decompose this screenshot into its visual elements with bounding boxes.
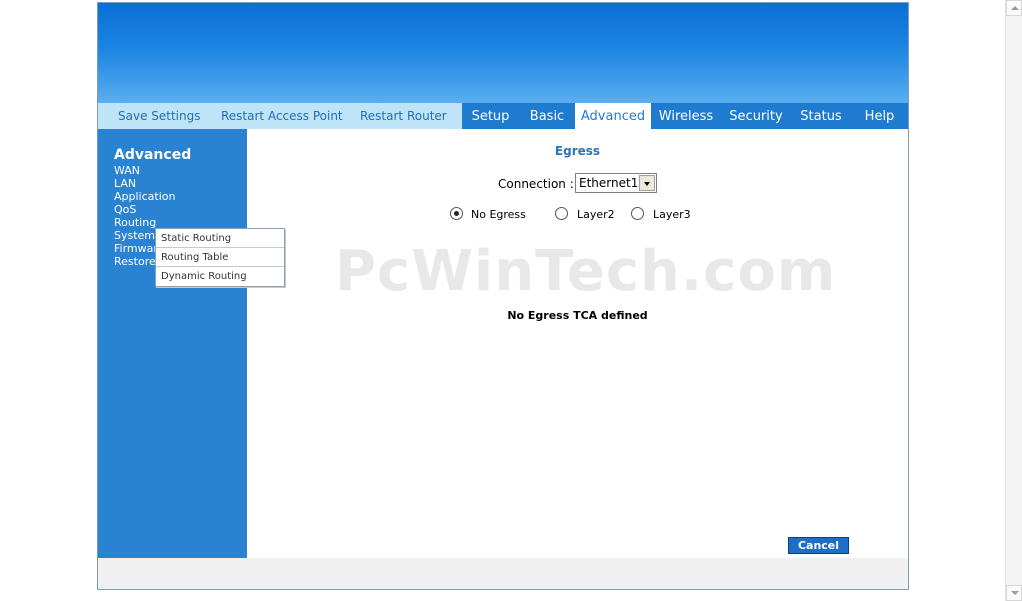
- sidebar-item-qos[interactable]: QoS: [114, 203, 136, 216]
- tab-setup[interactable]: Setup: [462, 103, 519, 129]
- scroll-down-arrow-icon[interactable]: [1006, 585, 1022, 601]
- page-title: Egress: [554, 144, 601, 158]
- tab-status[interactable]: Status: [791, 103, 851, 129]
- radio-layer2[interactable]: [555, 207, 568, 220]
- radio-label-layer2: Layer2: [577, 208, 615, 221]
- watermark-text: PcWinTech.com: [335, 239, 837, 304]
- footer-bar: [98, 558, 908, 589]
- main-content: PcWinTech.com Egress Connection : Ethern…: [247, 129, 908, 558]
- router-admin-frame: Save Settings Restart Access Point Resta…: [97, 2, 909, 590]
- sidebar-item-application[interactable]: Application: [114, 190, 175, 203]
- tab-wireless[interactable]: Wireless: [651, 103, 721, 129]
- sidebar-title: Advanced: [114, 147, 192, 163]
- save-settings-link[interactable]: Save Settings: [118, 109, 201, 123]
- header-banner: [98, 3, 908, 103]
- top-navigation: Save Settings Restart Access Point Resta…: [98, 103, 908, 129]
- utility-bar: Save Settings Restart Access Point Resta…: [98, 103, 462, 129]
- connection-label: Connection :: [498, 177, 574, 191]
- connection-selected-value: Ethernet1: [579, 176, 639, 190]
- radio-no-egress[interactable]: [450, 207, 463, 220]
- main-tabs: Setup Basic Advanced Wireless Security S…: [462, 103, 908, 129]
- radio-selected-dot: [454, 211, 459, 216]
- scroll-up-arrow-icon[interactable]: [1006, 0, 1022, 16]
- sidebar-item-wan[interactable]: WAN: [114, 164, 140, 177]
- tab-advanced[interactable]: Advanced: [575, 103, 651, 129]
- sidebar-item-system[interactable]: System: [114, 229, 155, 242]
- tab-help[interactable]: Help: [851, 103, 908, 129]
- radio-layer3[interactable]: [631, 207, 644, 220]
- flyout-item-routing-table[interactable]: Routing Table: [156, 248, 284, 267]
- connection-select[interactable]: Ethernet1: [575, 173, 657, 193]
- radio-label-layer3: Layer3: [653, 208, 691, 221]
- chevron-down-icon[interactable]: [639, 175, 655, 191]
- sidebar-item-lan[interactable]: LAN: [114, 177, 136, 190]
- radio-label-no-egress: No Egress: [471, 208, 526, 221]
- flyout-item-dynamic-routing[interactable]: Dynamic Routing: [156, 267, 284, 286]
- empty-state-message: No Egress TCA defined: [507, 309, 648, 322]
- restart-router-link[interactable]: Restart Router: [360, 109, 447, 123]
- routing-flyout-menu: Static Routing Routing Table Dynamic Rou…: [155, 228, 285, 287]
- cancel-button[interactable]: Cancel: [788, 537, 849, 554]
- restart-access-point-link[interactable]: Restart Access Point: [221, 109, 343, 123]
- sidebar-item-routing[interactable]: Routing: [114, 216, 156, 229]
- sidebar: Advanced WAN LAN Application QoS Routing…: [98, 129, 247, 558]
- tab-security[interactable]: Security: [721, 103, 791, 129]
- tab-basic[interactable]: Basic: [519, 103, 575, 129]
- vertical-scrollbar[interactable]: [1005, 0, 1022, 601]
- sidebar-item-restore[interactable]: Restore: [114, 255, 156, 268]
- flyout-item-static-routing[interactable]: Static Routing: [156, 229, 284, 248]
